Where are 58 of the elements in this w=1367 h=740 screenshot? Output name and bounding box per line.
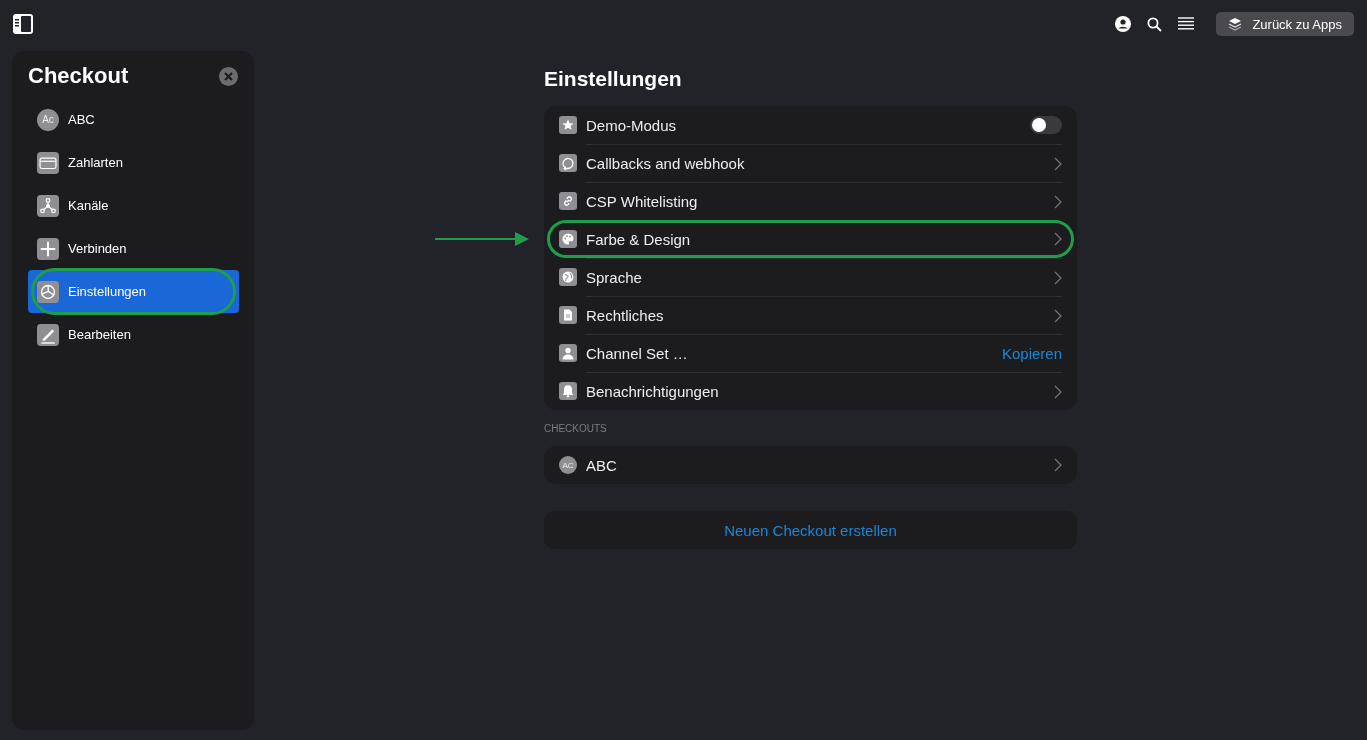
- row-label: ABC: [586, 456, 617, 474]
- row-label: CSP Whitelisting: [586, 193, 698, 210]
- pen-icon: [37, 323, 59, 346]
- link-icon: [559, 192, 577, 210]
- plus-icon: [37, 237, 59, 260]
- chevron-icon: [1054, 232, 1062, 246]
- network-icon: [37, 194, 59, 217]
- toggle-switch[interactable]: [1030, 116, 1062, 134]
- copy-link[interactable]: Kopieren: [1001, 345, 1062, 362]
- avatar: Ac: [37, 108, 59, 131]
- card-icon: [37, 151, 59, 174]
- search-icon[interactable]: [1147, 16, 1163, 32]
- checkout-row[interactable]: AC ABC: [559, 446, 1062, 484]
- page-title: Einstellungen: [544, 67, 683, 91]
- chevron-icon: [1054, 458, 1062, 472]
- chevron-icon: [1054, 194, 1062, 209]
- settings-row[interactable]: Channel Set … Kopieren: [559, 334, 1062, 372]
- palette-icon: [559, 230, 577, 248]
- row-label: Demo-Modus: [586, 116, 677, 134]
- settings-row[interactable]: Sprache: [559, 258, 1062, 296]
- chevron-icon: [1054, 156, 1062, 171]
- avatar: AC: [559, 456, 577, 474]
- sidebar-item[interactable]: Kanäle: [28, 184, 239, 227]
- create-checkout-button[interactable]: Neuen Checkout erstellen: [544, 511, 1077, 549]
- row-label: Sprache: [586, 269, 642, 286]
- sidebar-item[interactable]: Verbinden: [28, 227, 239, 270]
- loop-arrow-icon: [559, 154, 577, 172]
- row-label: Rechtliches: [586, 307, 664, 324]
- settings-row[interactable]: Rechtliches: [559, 296, 1062, 334]
- chevron-icon: [1054, 270, 1062, 285]
- row-label: Benachrichtigungen: [586, 383, 719, 400]
- settings-row[interactable]: CSP Whitelisting: [559, 182, 1062, 220]
- sidebar-title: Checkout: [28, 63, 129, 89]
- layers-icon: [1228, 17, 1243, 31]
- globe-icon: [559, 268, 577, 286]
- section-label: CHECKOUTS: [544, 423, 608, 434]
- menu-icon[interactable]: [1178, 17, 1195, 31]
- back-to-apps-button[interactable]: Zurück zu Apps: [1216, 12, 1354, 36]
- settings-row[interactable]: Farbe & Design: [547, 220, 1074, 258]
- chevron-icon: [1054, 308, 1062, 323]
- sidebar-item[interactable]: Zahlarten: [28, 141, 239, 184]
- settings-row[interactable]: Callbacks and webhook: [559, 144, 1062, 182]
- chevron-icon: [1054, 384, 1062, 399]
- bell-icon: [559, 382, 577, 400]
- row-label: Channel Set …: [586, 345, 688, 362]
- row-label: Callbacks and webhook: [586, 155, 745, 172]
- row-label: Farbe & Design: [586, 230, 691, 248]
- settings-row[interactable]: Demo-Modus: [559, 106, 1062, 144]
- sidebar-toggle-icon[interactable]: [12, 13, 34, 35]
- person-icon: [559, 344, 577, 362]
- document-icon: [559, 306, 577, 324]
- aperture-icon: [37, 280, 59, 303]
- close-icon[interactable]: [219, 66, 238, 86]
- account-icon[interactable]: [1115, 16, 1132, 32]
- settings-row[interactable]: Benachrichtigungen: [559, 372, 1062, 410]
- sidebar-item[interactable]: Einstellungen: [28, 270, 239, 313]
- sidebar-item[interactable]: Ac ABC: [28, 98, 239, 141]
- sidebar-item[interactable]: Bearbeiten: [28, 313, 239, 356]
